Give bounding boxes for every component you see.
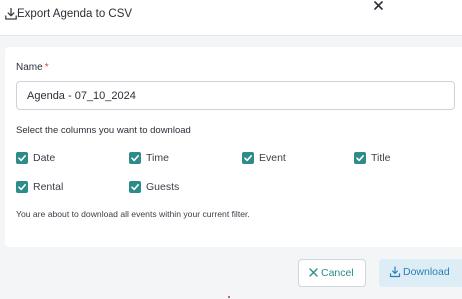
export-form-card: Name* Select the columns you want to dow… xyxy=(5,47,462,247)
checkbox-box[interactable] xyxy=(16,181,28,193)
name-field-label: Name * xyxy=(16,62,49,73)
close-icon[interactable] xyxy=(374,1,383,10)
filter-info-text: You are about to download all events wit… xyxy=(16,209,250,219)
dialog-title: Export Agenda to CSV xyxy=(17,8,133,20)
checkbox-label: Guests xyxy=(146,181,180,193)
checkbox-label: Event xyxy=(259,152,286,164)
cancel-button[interactable]: Cancel xyxy=(298,259,366,287)
download-button-label: Download xyxy=(403,266,450,278)
checkmark-icon xyxy=(18,155,26,162)
checkbox-label: Time xyxy=(146,152,169,164)
export-agenda-dialog: Export Agenda to CSV Name* Select the co… xyxy=(0,0,462,299)
name-label-text: Name xyxy=(16,62,43,73)
name-input[interactable] xyxy=(16,81,455,110)
checkmark-icon xyxy=(131,184,139,191)
download-button[interactable]: Download xyxy=(379,259,462,287)
checkbox-box[interactable] xyxy=(129,181,141,193)
dialog-header: Export Agenda to CSV xyxy=(0,0,462,36)
required-marker: * xyxy=(44,62,49,73)
download-icon xyxy=(5,7,17,20)
checkbox-box[interactable] xyxy=(242,152,254,164)
checkmark-icon xyxy=(131,155,139,162)
download-icon xyxy=(389,266,401,278)
decorative-dot xyxy=(228,296,230,298)
x-icon xyxy=(309,268,318,277)
checkmark-icon xyxy=(18,184,26,191)
checkbox-box[interactable] xyxy=(129,152,141,164)
checkmark-icon xyxy=(356,155,364,162)
columns-section-label: Select the columns you want to download xyxy=(16,125,191,136)
checkbox-label: Date xyxy=(33,152,56,164)
cancel-button-label: Cancel xyxy=(321,267,354,279)
checkbox-label: Title xyxy=(371,152,391,164)
checkmark-icon xyxy=(244,155,252,162)
checkbox-box[interactable] xyxy=(354,152,366,164)
checkbox-box[interactable] xyxy=(16,152,28,164)
checkbox-label: Rental xyxy=(33,181,64,193)
